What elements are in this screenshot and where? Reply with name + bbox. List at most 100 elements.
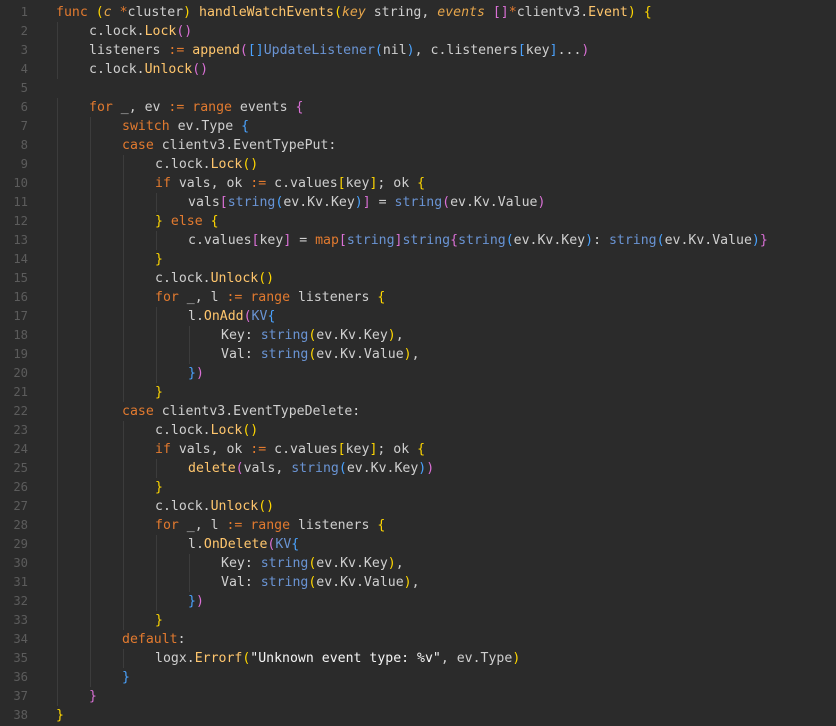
code-token: , bbox=[395, 556, 404, 571]
code-line[interactable]: 30 Key: string(ev.Kv.Key), bbox=[0, 554, 836, 573]
indent-guide bbox=[57, 478, 58, 497]
line-number: 38 bbox=[13, 708, 28, 722]
code-line[interactable]: 5 bbox=[0, 79, 836, 98]
line-number: 17 bbox=[13, 309, 28, 323]
code-line[interactable]: 6 for _, ev := range events { bbox=[0, 98, 836, 117]
code-line[interactable]: 36} bbox=[0, 668, 836, 687]
code-text: default: bbox=[122, 630, 186, 649]
code-line[interactable]: 34 default: bbox=[0, 630, 836, 649]
code-line[interactable]: 4 c.lock.Unlock() bbox=[0, 60, 836, 79]
code-line[interactable]: 31 Val: string(ev.Kv.Value), bbox=[0, 573, 836, 592]
code-line[interactable]: 1 func (c *cluster) handleWatchEvents(key… bbox=[0, 3, 836, 22]
indent-guide bbox=[57, 535, 58, 554]
code-token: , bbox=[421, 5, 438, 20]
code-line[interactable]: 15 c.lock.Unlock() bbox=[0, 269, 836, 288]
indent-guide bbox=[123, 535, 124, 554]
code-token: ) bbox=[751, 233, 760, 248]
code-line[interactable]: 10 if vals, ok := c.values[key]; ok { bbox=[0, 174, 836, 193]
indent-guide bbox=[156, 307, 157, 326]
indent-guide bbox=[90, 307, 91, 326]
code-line[interactable]: 24 if vals, ok := c.values[key]; ok { bbox=[0, 440, 836, 459]
code-line[interactable]: 21} bbox=[0, 383, 836, 402]
code-line[interactable]: 3 listeners := append([]UpdateListener(ni… bbox=[0, 41, 836, 60]
code-line[interactable]: 13 c.values[key] = map[string]string{stri… bbox=[0, 231, 836, 250]
code-text: for _, l := range listeners { bbox=[155, 516, 385, 535]
code-token: () bbox=[242, 423, 259, 438]
indent-guide bbox=[156, 535, 157, 554]
code-line[interactable]: 22 case clientv3.EventTypeDelete: bbox=[0, 402, 836, 421]
code-token: l. bbox=[188, 537, 204, 552]
code-line[interactable]: 12} else { bbox=[0, 212, 836, 231]
code-token: { bbox=[417, 176, 426, 191]
indent-guide bbox=[123, 288, 124, 307]
code-token: c.values bbox=[188, 233, 252, 248]
code-text: c.lock.Unlock() bbox=[89, 60, 208, 79]
code-token: [ bbox=[337, 442, 346, 457]
code-line[interactable]: 35 logx.Errorf("Unknown event type: %v", … bbox=[0, 649, 836, 668]
code-token: _, l bbox=[178, 518, 227, 533]
code-line[interactable]: 20}) bbox=[0, 364, 836, 383]
code-token: := bbox=[250, 176, 267, 191]
code-token: ev.Kv.Value bbox=[664, 233, 752, 248]
code-line[interactable]: 18 Key: string(ev.Kv.Key), bbox=[0, 326, 836, 345]
code-editor[interactable]: 1 func (c *cluster) handleWatchEvents(key… bbox=[0, 0, 836, 726]
code-token: _, l bbox=[178, 290, 227, 305]
code-line[interactable]: 27 c.lock.Unlock() bbox=[0, 497, 836, 516]
indent-guide bbox=[90, 193, 91, 212]
code-token: ) bbox=[403, 347, 412, 362]
code-text: if vals, ok := c.values[key]; ok { bbox=[155, 440, 425, 459]
indent-guide bbox=[57, 440, 58, 459]
code-line[interactable]: 2 c.lock.Lock() bbox=[0, 22, 836, 41]
code-token: c bbox=[103, 5, 112, 20]
code-token: () bbox=[258, 271, 275, 286]
code-text: listeners := append([]UpdateListener(nil… bbox=[89, 41, 589, 60]
code-line[interactable]: 16 for _, l := range listeners { bbox=[0, 288, 836, 307]
code-line[interactable]: 26} bbox=[0, 478, 836, 497]
code-token: c.lock. bbox=[155, 423, 211, 438]
indent-guide bbox=[123, 193, 124, 212]
line-number: 4 bbox=[20, 62, 28, 76]
code-line[interactable]: 19 Val: string(ev.Kv.Value), bbox=[0, 345, 836, 364]
code-line[interactable]: 37} bbox=[0, 687, 836, 706]
code-line[interactable]: 11 vals[string(ev.Kv.Key)] = string(ev.Kv… bbox=[0, 193, 836, 212]
code-token: } bbox=[155, 480, 163, 495]
code-line[interactable]: 8 case clientv3.EventTypePut: bbox=[0, 136, 836, 155]
code-line[interactable]: 17 l.OnAdd(KV{ bbox=[0, 307, 836, 326]
code-token: ev.Kv.Key bbox=[316, 556, 388, 571]
code-token: ) bbox=[354, 195, 363, 210]
code-line[interactable]: 28 for _, l := range listeners { bbox=[0, 516, 836, 535]
code-token: delete bbox=[188, 461, 236, 476]
indent-guide bbox=[123, 440, 124, 459]
indent-guide bbox=[189, 554, 190, 573]
code-token: c.lock. bbox=[155, 157, 211, 172]
code-line[interactable]: 29 l.OnDelete(KV{ bbox=[0, 535, 836, 554]
indent-guide bbox=[90, 668, 91, 687]
code-line[interactable]: 38} bbox=[0, 706, 836, 725]
code-text: Key: string(ev.Kv.Key), bbox=[221, 554, 404, 573]
line-number: 8 bbox=[20, 138, 28, 152]
line-number: 27 bbox=[13, 499, 28, 513]
indent-guide bbox=[57, 421, 58, 440]
code-line[interactable]: 32}) bbox=[0, 592, 836, 611]
code-line[interactable]: 7 switch ev.Type { bbox=[0, 117, 836, 136]
code-line[interactable]: 23 c.lock.Lock() bbox=[0, 421, 836, 440]
line-number: 1 bbox=[20, 5, 28, 19]
code-line[interactable]: 9 c.lock.Lock() bbox=[0, 155, 836, 174]
code-token: listeners bbox=[290, 290, 378, 305]
code-line[interactable]: 25 delete(vals, string(ev.Kv.Key)) bbox=[0, 459, 836, 478]
code-text: func (c *cluster) handleWatchEvents(key … bbox=[56, 3, 652, 22]
indent-guide bbox=[90, 478, 91, 497]
indent-guide bbox=[123, 174, 124, 193]
code-token: key bbox=[259, 233, 284, 248]
code-token: ev.Kv.Key bbox=[346, 461, 419, 476]
code-text: c.lock.Unlock() bbox=[155, 497, 274, 516]
code-token: "Unknown event type: %v" bbox=[250, 651, 441, 666]
code-token: string bbox=[260, 556, 309, 571]
code-line[interactable]: 33} bbox=[0, 611, 836, 630]
indent-guide bbox=[57, 174, 58, 193]
code-token: , ev.Type bbox=[440, 651, 513, 666]
code-line[interactable]: 14} bbox=[0, 250, 836, 269]
code-token: Lock bbox=[144, 24, 177, 39]
